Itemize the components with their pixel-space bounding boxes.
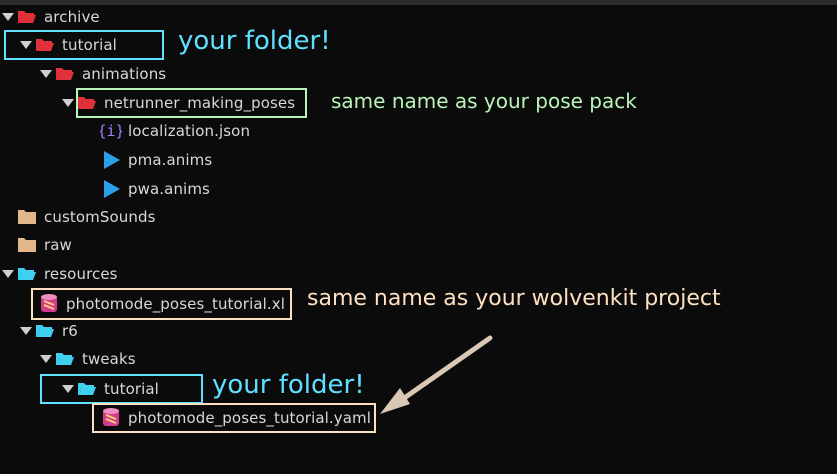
open-folder-icon: [76, 93, 98, 113]
chevron-down-icon[interactable]: [0, 9, 16, 25]
tree-label: raw: [44, 236, 72, 254]
chevron-down-icon[interactable]: [60, 95, 76, 111]
tree-label: animations: [82, 65, 167, 83]
tree-label: tweaks: [82, 350, 136, 368]
tree-item-animations[interactable]: animations: [38, 61, 166, 87]
tree-label: pwa.anims: [128, 180, 210, 198]
chevron-down-icon[interactable]: [60, 381, 76, 397]
tree-item-tutorial-tweaks[interactable]: tutorial: [60, 376, 159, 402]
open-folder-icon: [16, 7, 38, 27]
tree-label: pma.anims: [128, 151, 213, 169]
tree-label: localization.json: [128, 122, 251, 140]
tree-label: tutorial: [62, 36, 117, 54]
tree-label: r6: [62, 322, 78, 340]
tree-item-pose-folder[interactable]: netrunner_making_poses: [60, 90, 295, 116]
folder-icon: [16, 235, 38, 255]
open-folder-icon: [54, 64, 76, 84]
chevron-down-icon[interactable]: [0, 266, 16, 282]
svg-text:{i}: {i}: [100, 122, 122, 140]
tree-item-photomode-yaml[interactable]: photomode_poses_tutorial.yaml: [100, 405, 371, 431]
open-folder-icon: [34, 321, 56, 341]
tree-item-r6[interactable]: r6: [18, 318, 78, 344]
chevron-down-icon[interactable]: [38, 351, 54, 367]
tree-item-archive[interactable]: archive: [0, 4, 100, 30]
tree-label: resources: [44, 265, 118, 283]
tree-label: archive: [44, 8, 100, 26]
top-divider: [0, 0, 837, 5]
tree-label: photomode_poses_tutorial.xl: [66, 295, 286, 313]
open-folder-icon: [76, 379, 98, 399]
open-folder-icon: [16, 264, 38, 284]
annotation-arrow: [380, 335, 493, 414]
json-file-icon: {i}: [100, 121, 122, 141]
anim-file-icon: [100, 150, 122, 170]
tree-item-resources[interactable]: resources: [0, 261, 118, 287]
tree-label: photomode_poses_tutorial.yaml: [128, 409, 372, 427]
tree-item-photomode-xl[interactable]: photomode_poses_tutorial.xl: [38, 291, 285, 317]
database-file-icon: [38, 294, 60, 314]
anim-file-icon: [100, 179, 122, 199]
annotation-your-folder: your folder!: [178, 26, 331, 56]
chevron-down-icon[interactable]: [38, 66, 54, 82]
tree-item-tutorial[interactable]: tutorial: [18, 32, 117, 58]
tree-item-localization[interactable]: {i} localization.json: [100, 118, 250, 144]
folder-icon: [16, 207, 38, 227]
tree-item-pwa[interactable]: pwa.anims: [100, 176, 210, 202]
open-folder-icon: [54, 349, 76, 369]
tree-label: netrunner_making_poses: [104, 94, 296, 112]
tree-label: customSounds: [44, 208, 156, 226]
annotation-same-wolvenkit: same name as your wolvenkit project: [307, 286, 721, 311]
tree-item-custom-sounds[interactable]: customSounds: [16, 204, 156, 230]
open-folder-icon: [34, 35, 56, 55]
tree-item-pma[interactable]: pma.anims: [100, 147, 212, 173]
chevron-down-icon[interactable]: [18, 323, 34, 339]
annotation-your-folder: your folder!: [212, 370, 365, 400]
tree-item-raw[interactable]: raw: [16, 232, 72, 258]
annotation-same-pose-pack: same name as your pose pack: [331, 89, 637, 113]
chevron-down-icon[interactable]: [18, 37, 34, 53]
tree-label: tutorial: [104, 380, 159, 398]
tree-item-tweaks[interactable]: tweaks: [38, 346, 136, 372]
database-file-icon: [100, 408, 122, 428]
